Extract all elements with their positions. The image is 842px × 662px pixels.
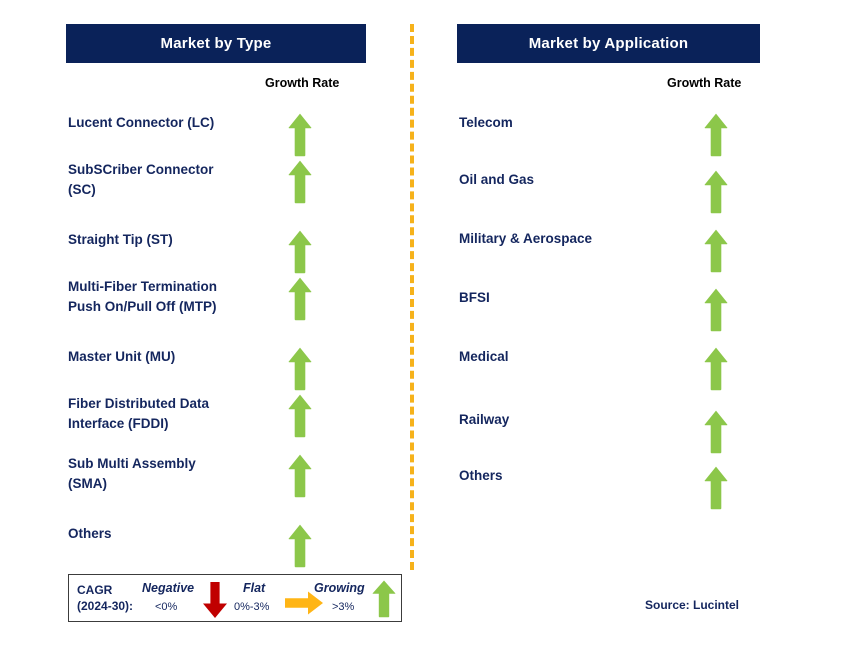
market-segment-row: Oil and Gas [459,170,749,214]
market-segment-row: Master Unit (MU) [68,347,358,391]
arrow-up-icon [704,410,728,459]
arrow-up-icon [704,229,728,278]
legend-term-flat: Flat [243,581,266,595]
segment-label: Fiber Distributed Data Interface (FDDI) [68,396,210,431]
vertical-dashed-divider [410,24,414,570]
arrow-up-icon [288,524,312,573]
legend-term-negative: Negative [142,581,195,595]
arrow-up-icon [288,230,312,279]
segment-label: BFSI [459,290,490,305]
market-segment-row: Straight Tip (ST) [68,230,358,274]
arrow-up-icon [704,288,728,337]
market-segment-row: Military & Aerospace [459,229,749,273]
arrow-up-icon [372,580,396,623]
segment-label: Railway [459,412,510,427]
legend-value-negative: <0% [155,601,178,613]
arrow-right-icon [285,591,323,620]
growth-rate-caption-right: Growth Rate [667,76,742,90]
arrow-up-icon [704,347,728,396]
arrow-up-icon [704,113,728,162]
market-segment-row: Railway [459,410,749,454]
segment-label: Multi-Fiber Termination Push On/Pull Off… [68,279,217,314]
arrow-down-icon [202,582,228,623]
arrow-up-icon [288,347,312,396]
market-segment-row: SubSCriber Connector (SC) [68,160,358,204]
cagr-legend-box: CAGR (2024-30): Negative <0% Flat 0%-3% … [68,574,402,622]
panel-header-market-by-application: Market by Application [457,24,760,63]
arrow-up-icon [288,454,312,503]
segment-label: Military & Aerospace [459,231,593,246]
market-segment-row: Others [459,466,749,510]
market-segment-row: Lucent Connector (LC) [68,113,358,157]
panel-header-market-by-type: Market by Type [66,24,366,63]
arrow-up-icon [704,170,728,219]
segment-label: Sub Multi Assembly (SMA) [68,456,196,491]
segment-label: Others [459,468,503,483]
arrow-up-icon [704,466,728,515]
arrow-up-icon [288,277,312,326]
arrow-up-icon [288,113,312,162]
arrow-up-icon [288,160,312,209]
growth-rate-caption-left: Growth Rate [265,76,340,90]
segment-label: SubSCriber Connector (SC) [68,162,214,197]
market-segment-row: Multi-Fiber Termination Push On/Pull Off… [68,277,358,321]
segment-label: Telecom [459,115,513,130]
segment-label: Medical [459,349,509,364]
segment-label: Lucent Connector (LC) [68,115,215,130]
market-segment-row: Others [68,524,358,568]
arrow-up-icon [288,394,312,443]
segment-label: Oil and Gas [459,172,535,187]
market-segment-row: Telecom [459,113,749,157]
legend-value-growing: >3% [332,601,355,613]
legend-term-growing: Growing [314,581,365,595]
legend-value-flat: 0%-3% [234,601,270,613]
infographic-canvas: Market by Type Growth Rate Lucent Connec… [0,0,842,662]
segment-label: Straight Tip (ST) [68,232,173,247]
segment-label: Master Unit (MU) [68,349,176,364]
market-segment-row: Fiber Distributed Data Interface (FDDI) [68,394,358,438]
source-attribution: Source: Lucintel [645,598,740,612]
market-segment-row: Medical [459,347,749,391]
market-segment-row: Sub Multi Assembly (SMA) [68,454,358,498]
market-segment-row: BFSI [459,288,749,332]
segment-label: Others [68,526,112,541]
legend-title: CAGR (2024-30): [77,583,134,613]
